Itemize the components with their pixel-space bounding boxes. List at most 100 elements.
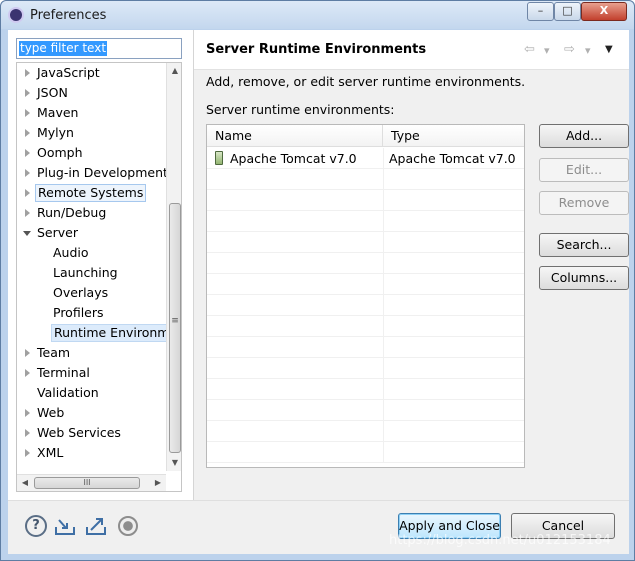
tree-item[interactable]: Runtime Environme [17,323,181,343]
expanded-arrow-icon[interactable] [23,231,31,236]
tree-item[interactable]: Validation [17,383,166,403]
table-row[interactable] [207,337,524,358]
tree-item[interactable]: Mylyn [17,123,166,143]
table-row[interactable] [207,400,524,421]
collapsed-arrow-icon[interactable] [25,409,30,417]
collapsed-arrow-icon[interactable] [25,169,30,177]
tree-item-label: Terminal [37,365,90,380]
column-separator [383,169,384,190]
tree-item[interactable]: Run/Debug [17,203,166,223]
preferences-window: Preferences – □ X type filter text XML We… [0,0,635,561]
close-button[interactable]: X [581,2,627,21]
collapsed-arrow-icon[interactable] [25,429,30,437]
horizontal-scroll-thumb[interactable]: III [34,477,140,489]
collapsed-arrow-icon[interactable] [25,369,30,377]
collapsed-arrow-icon[interactable] [25,209,30,217]
collapsed-arrow-icon[interactable] [25,189,30,197]
collapsed-arrow-icon[interactable] [25,149,30,157]
tree-item[interactable]: Launching [17,263,166,283]
tree-item-label: JSON [37,85,68,100]
collapsed-arrow-icon[interactable] [25,89,30,97]
tree-horizontal-scrollbar[interactable]: ◀ III ▶ [17,474,166,491]
tree-item-label: Run/Debug [37,205,107,220]
tree-item[interactable]: Remote Systems [17,183,166,203]
runtime-list-label: Server runtime environments: [206,102,395,117]
remove-button[interactable]: Remove [539,191,629,215]
table-row[interactable] [207,316,524,337]
watermark: https://blog.csdn.net/u012153184 [389,533,611,548]
vertical-scroll-thumb[interactable]: ≡ [169,203,181,453]
maximize-button[interactable]: □ [554,2,581,21]
collapsed-arrow-icon[interactable] [25,69,30,77]
table-row[interactable]: Apache Tomcat v7.0 Apache Tomcat v7.0 [207,148,524,169]
tree-item[interactable]: Server [17,223,166,243]
column-header-type[interactable]: Type [383,125,524,147]
column-separator [383,211,384,232]
filter-input[interactable]: type filter text [16,38,182,59]
table-row[interactable] [207,274,524,295]
table-row[interactable] [207,379,524,400]
edit-button[interactable]: Edit... [539,158,629,182]
collapsed-arrow-icon[interactable] [25,349,30,357]
table-row[interactable] [207,190,524,211]
tree-item[interactable]: Oomph [17,143,166,163]
table-row[interactable] [207,421,524,442]
tree-item[interactable]: Team [17,343,166,363]
title-bar[interactable]: Preferences – □ X [1,1,634,29]
forward-arrow-icon[interactable]: ⇨ [564,42,575,57]
columns-button[interactable]: Columns... [539,266,629,290]
record-icon[interactable] [118,516,138,536]
server-runtime-icon [215,151,223,165]
column-separator [383,421,384,442]
back-arrow-icon[interactable]: ⇦ [524,42,535,57]
tree-item-label: Oomph [37,145,83,160]
tree-item[interactable]: Profilers [17,303,166,323]
tree-item-label: Maven [37,105,79,120]
table-row[interactable] [207,253,524,274]
view-menu-icon[interactable]: ▼ [605,44,613,55]
help-icon[interactable]: ? [25,515,47,537]
runtime-table[interactable]: Name Type Apache Tomcat v7.0 Apache Tomca… [206,124,525,468]
tree-item[interactable]: Web [17,403,166,423]
scroll-up-icon[interactable]: ▲ [167,63,181,79]
tree-item[interactable]: Web Services [17,423,166,443]
vertical-thumb-grip-icon: ≡ [171,316,179,326]
table-row[interactable] [207,211,524,232]
column-separator [383,253,384,274]
tree-vertical-scrollbar[interactable]: ▲ ≡ ▼ [166,63,181,471]
tree-item[interactable]: Overlays [17,283,166,303]
minimize-button[interactable]: – [527,2,554,21]
preference-tree[interactable]: XML Web Services Web Validation Terminal Team… [16,62,182,492]
collapsed-arrow-icon[interactable] [25,449,30,457]
tree-item[interactable]: Terminal [17,363,166,383]
collapsed-arrow-icon[interactable] [25,109,30,117]
tree-item[interactable]: JSON [17,83,166,103]
table-row[interactable] [207,295,524,316]
scroll-right-icon[interactable]: ▶ [150,475,166,491]
column-header-name[interactable]: Name [207,125,383,147]
tree-item-label: Server [37,225,78,240]
page-description: Add, remove, or edit server runtime envi… [206,74,526,89]
back-dropdown-icon[interactable]: ▾ [544,44,550,57]
collapsed-arrow-icon[interactable] [25,129,30,137]
scroll-down-icon[interactable]: ▼ [167,455,181,471]
add-button[interactable]: Add... [539,124,629,148]
table-row[interactable] [207,442,524,463]
tree-item-label: Validation [37,385,99,400]
table-row[interactable] [207,232,524,253]
forward-dropdown-icon[interactable]: ▾ [585,44,591,57]
runtime-name-cell: Apache Tomcat v7.0 [230,151,357,166]
preference-navigation: type filter text XML Web Services Web Valid… [8,30,190,500]
filter-text: type filter text [19,41,108,56]
export-icon[interactable] [85,515,107,537]
tree-item[interactable]: Audio [17,243,166,263]
search-button[interactable]: Search... [539,233,629,257]
tree-item[interactable]: JavaScript [17,63,166,83]
scroll-left-icon[interactable]: ◀ [17,475,33,491]
tree-item[interactable]: Maven [17,103,166,123]
table-row[interactable] [207,169,524,190]
tree-item[interactable]: XML [17,443,166,463]
tree-item[interactable]: Plug-in Development [17,163,168,183]
import-icon[interactable] [54,515,76,537]
table-row[interactable] [207,358,524,379]
